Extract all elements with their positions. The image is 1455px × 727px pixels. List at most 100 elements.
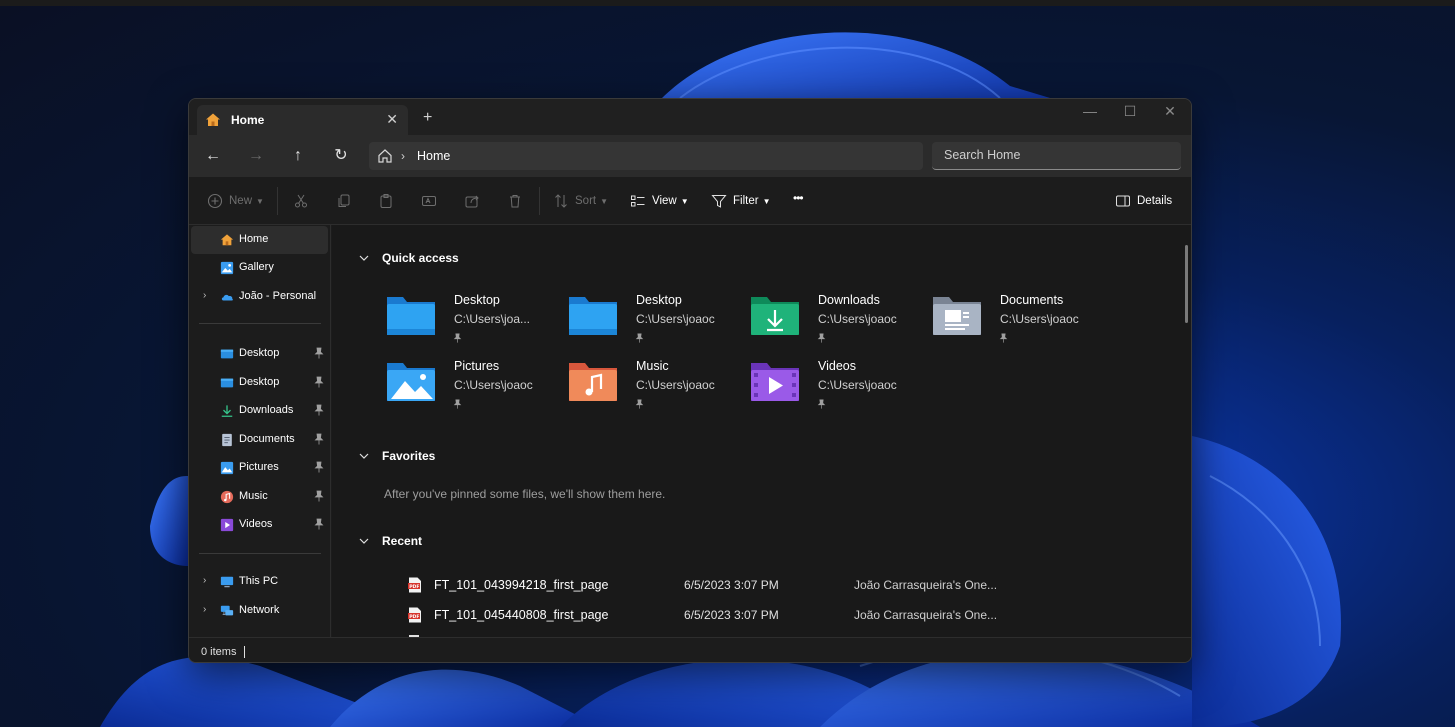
address-bar[interactable]: › Home: [369, 142, 923, 170]
sidebar-item-this-pc[interactable]: › This PC: [191, 568, 328, 596]
documents-icon: [222, 433, 232, 447]
toolbar-divider: [277, 187, 278, 215]
share-icon: [465, 195, 479, 208]
recent-file-row[interactable]: PDF FT_101_043994218_first_page 6/5/2023…: [408, 575, 1108, 597]
quick-access-item[interactable]: Downloads C:\Users\joaoc: [749, 293, 929, 353]
quick-access-item[interactable]: Music C:\Users\joaoc: [567, 359, 747, 419]
close-tab-icon[interactable]: ✕: [386, 111, 398, 128]
gallery-icon: [220, 261, 234, 275]
sidebar-item-label: Music: [239, 490, 268, 502]
maximize-button[interactable]: ☐: [1112, 103, 1148, 120]
sort-button[interactable]: Sort ▼: [553, 193, 608, 209]
pin-icon: [314, 347, 324, 359]
pane-splitter[interactable]: [330, 225, 331, 637]
content-pane: Quick access Desktop C:\Users\joa... Des…: [332, 225, 1191, 637]
view-button[interactable]: View ▼: [630, 193, 689, 209]
navigation-bar: ← → ↑ ↻ › Home Search Home: [189, 135, 1191, 177]
filter-label: Filter: [733, 195, 759, 207]
sidebar-item-label: Desktop: [239, 376, 280, 388]
quick-access-item[interactable]: Documents C:\Users\joaoc: [931, 293, 1111, 353]
item-name: Downloads: [818, 293, 880, 307]
chevron-down-icon: [359, 538, 369, 544]
sort-icon: [555, 194, 567, 208]
quick-access-header[interactable]: Quick access: [358, 251, 459, 265]
chevron-right-icon[interactable]: ›: [203, 604, 206, 615]
sidebar-item-documents[interactable]: Documents: [191, 426, 328, 454]
quick-access-item[interactable]: Videos C:\Users\joaoc: [749, 359, 929, 419]
share-button[interactable]: [464, 193, 486, 209]
sidebar-item-onedrive[interactable]: › João - Personal: [191, 283, 328, 311]
videos-icon: [220, 518, 234, 532]
desktop-folder-icon: [220, 378, 234, 388]
new-tab-button[interactable]: +: [423, 109, 432, 127]
home-outline-icon: [378, 149, 392, 163]
quick-access-item[interactable]: Desktop C:\Users\joaoc: [567, 293, 747, 353]
network-icon: [220, 605, 234, 616]
scissors-icon: [295, 194, 307, 208]
chevron-down-icon: ▼: [256, 196, 264, 206]
back-button[interactable]: ←: [202, 145, 224, 167]
sidebar-item-label: Videos: [239, 518, 273, 530]
recent-header[interactable]: Recent: [358, 534, 422, 548]
sidebar-item-home[interactable]: Home: [191, 226, 328, 254]
chevron-down-icon: ▼: [680, 196, 689, 206]
sidebar-item-gallery[interactable]: Gallery: [191, 254, 328, 282]
pin-icon: [314, 461, 324, 473]
section-title: Favorites: [382, 449, 436, 463]
sidebar-item-desktop[interactable]: Desktop: [191, 340, 328, 368]
item-name: Documents: [1000, 293, 1064, 307]
tab-title: Home: [231, 113, 265, 127]
pin-icon: [314, 490, 324, 502]
paste-button[interactable]: [378, 193, 400, 209]
sidebar-item-pictures[interactable]: Pictures: [191, 454, 328, 482]
cut-button[interactable]: [293, 193, 315, 209]
home-icon: [220, 234, 234, 246]
details-button[interactable]: Details: [1115, 193, 1172, 209]
refresh-button[interactable]: ↻: [330, 145, 352, 167]
desktop-folder-icon: [569, 297, 617, 335]
item-name: Pictures: [454, 359, 500, 373]
filter-button[interactable]: Filter ▼: [711, 193, 770, 209]
sidebar-divider: [199, 553, 321, 554]
downloads-folder-icon: [751, 297, 799, 335]
copy-button[interactable]: [336, 193, 358, 209]
file-location: João Carrasqueira's One...: [854, 578, 998, 592]
favorites-empty-message: After you've pinned some files, we'll sh…: [384, 487, 666, 501]
vertical-scrollbar[interactable]: [1185, 245, 1188, 323]
file-location: João Carrasqueira's One...: [854, 608, 998, 622]
item-name: Music: [636, 359, 669, 373]
breadcrumb-home[interactable]: Home: [417, 149, 450, 163]
delete-button[interactable]: [507, 193, 529, 209]
pdf-file-icon: PDF: [408, 577, 421, 593]
sidebar-item-music[interactable]: Music: [191, 483, 328, 511]
search-input[interactable]: Search Home: [932, 142, 1181, 170]
more-options-button[interactable]: •••: [793, 191, 804, 205]
music-folder-icon: [569, 363, 617, 401]
view-label: View: [652, 195, 677, 207]
tab-home[interactable]: Home ✕: [197, 105, 408, 135]
pictures-folder-icon: [387, 363, 435, 401]
sidebar-item-label: João - Personal: [239, 290, 317, 302]
new-button[interactable]: New ▼: [207, 193, 264, 209]
sidebar-item-network[interactable]: › Network: [191, 597, 328, 625]
pin-icon: [635, 399, 644, 409]
chevron-right-icon[interactable]: ›: [203, 290, 206, 301]
favorites-header[interactable]: Favorites: [358, 449, 435, 463]
rename-button[interactable]: [421, 193, 443, 209]
recent-file-row[interactable]: PDF FT_101_045440808_first_page 6/5/2023…: [408, 605, 1108, 627]
forward-button[interactable]: →: [245, 145, 267, 167]
close-window-button[interactable]: ✕: [1152, 103, 1188, 120]
minimize-button[interactable]: —: [1072, 103, 1108, 119]
chevron-down-icon: [359, 453, 369, 459]
svg-text:PDF: PDF: [409, 614, 419, 620]
up-button[interactable]: ↑: [287, 145, 309, 167]
svg-text:PDF: PDF: [409, 584, 419, 590]
sidebar-item-videos[interactable]: Videos: [191, 511, 328, 539]
chevron-right-icon[interactable]: ›: [203, 575, 206, 586]
quick-access-item[interactable]: Pictures C:\Users\joaoc: [385, 359, 565, 419]
sidebar-item-desktop[interactable]: Desktop: [191, 369, 328, 397]
item-path: C:\Users\joaoc: [818, 312, 897, 326]
sidebar-item-downloads[interactable]: Downloads: [191, 397, 328, 425]
filter-icon: [711, 195, 727, 208]
quick-access-item[interactable]: Desktop C:\Users\joa...: [385, 293, 565, 353]
